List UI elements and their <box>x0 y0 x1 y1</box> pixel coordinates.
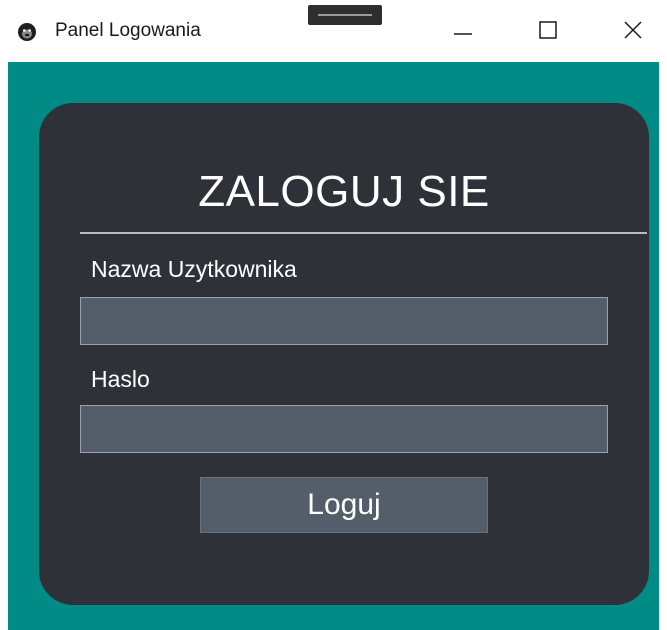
close-icon <box>623 20 643 45</box>
login-panel: ZALOGUJ SIE Nazwa Uzytkownika Haslo Logu… <box>39 103 649 605</box>
password-label: Haslo <box>91 366 150 392</box>
minimize-icon <box>453 20 473 45</box>
maximize-button[interactable] <box>525 12 571 52</box>
login-heading: ZALOGUJ SIE <box>198 167 490 216</box>
window-title: Panel Logowania <box>55 20 201 41</box>
minimize-button[interactable] <box>440 12 486 52</box>
username-label: Nazwa Uzytkownika <box>91 256 297 282</box>
login-button[interactable]: Loguj <box>200 477 488 533</box>
password-input[interactable] <box>80 405 608 453</box>
close-button[interactable] <box>610 12 656 52</box>
username-input[interactable] <box>80 297 608 345</box>
maximize-icon <box>538 20 558 45</box>
drag-handle[interactable] <box>308 5 382 25</box>
title-bar[interactable]: Panel Logowania <box>0 0 667 62</box>
gorilla-icon <box>17 22 37 42</box>
heading-divider <box>80 232 647 234</box>
